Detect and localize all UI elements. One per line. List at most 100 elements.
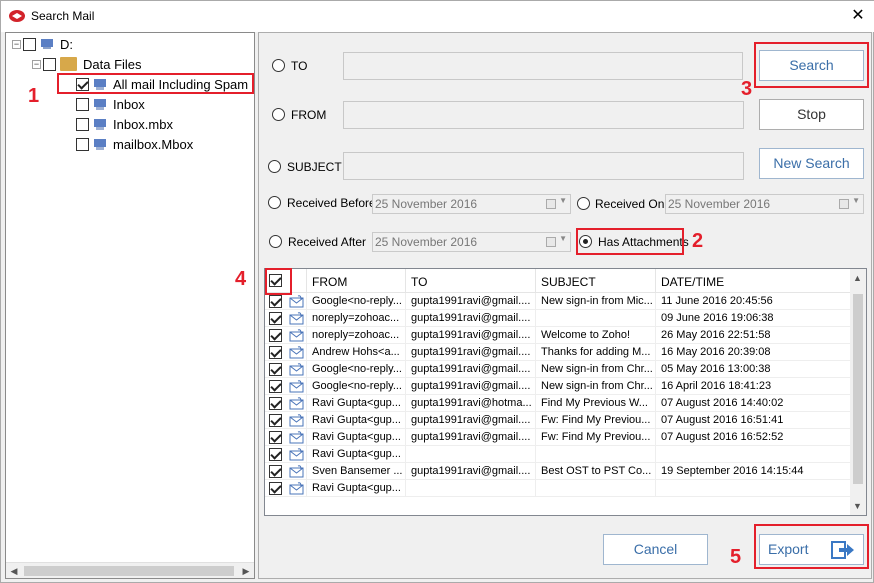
table-row[interactable]: Google<no-reply... gupta1991ravi@gmail...… [265, 378, 850, 395]
subject-cell [536, 480, 656, 497]
tree-node-data-files[interactable]: − Data Files [32, 55, 142, 73]
scroll-right-icon[interactable]: ▶ [241, 566, 251, 577]
received-on-radio[interactable] [577, 197, 590, 210]
from-cell: Ravi Gupta<gup... [307, 446, 406, 463]
table-row[interactable]: Andrew Hohs<a... gupta1991ravi@gmail.... T… [265, 344, 850, 361]
row-checkbox[interactable] [269, 346, 282, 359]
to-radio[interactable] [272, 59, 285, 72]
table-row[interactable]: Google<no-reply... gupta1991ravi@gmail...… [265, 293, 850, 310]
table-row[interactable]: noreply=zohoac... gupta1991ravi@gmail....… [265, 327, 850, 344]
table-vertical-scrollbar[interactable]: ▲ ▼ [850, 269, 866, 515]
table-row[interactable]: Ravi Gupta<gup... [265, 480, 850, 497]
table-body: Google<no-reply... gupta1991ravi@gmail...… [265, 293, 850, 497]
collapse-icon[interactable]: − [32, 59, 41, 69]
chevron-down-icon[interactable]: ▼ [559, 234, 567, 243]
to-cell: gupta1991ravi@gmail.... [406, 361, 536, 378]
inbox-checkbox[interactable] [76, 97, 89, 111]
table-row[interactable]: noreply=zohoac... gupta1991ravi@gmail....… [265, 310, 850, 327]
step-number-5: 5 [730, 546, 742, 568]
column-header-from[interactable]: FROM [307, 269, 406, 293]
subject-cell: New sign-in from Chr... [536, 361, 656, 378]
tree-label: mailbox.Mbox [113, 136, 194, 152]
row-checkbox[interactable] [269, 329, 282, 342]
date-cell: 07 August 2016 16:52:52 [661, 431, 784, 443]
calendar-icon[interactable] [839, 199, 849, 209]
from-input[interactable] [343, 101, 744, 129]
row-checkbox[interactable] [269, 312, 282, 325]
mailbox-mbox-checkbox[interactable] [76, 137, 89, 151]
received-on-date[interactable]: 25 November 2016 ▼ [665, 194, 864, 214]
inbox-mbx-checkbox[interactable] [76, 117, 89, 131]
chevron-down-icon[interactable]: ▼ [852, 196, 860, 205]
step-number-2: 2 [692, 230, 704, 252]
scroll-thumb[interactable] [853, 294, 863, 484]
table-row[interactable]: Ravi Gupta<gup... gupta1991ravi@gmail....… [265, 412, 850, 429]
drive-checkbox[interactable] [23, 37, 36, 51]
folder-checkbox[interactable] [43, 57, 56, 71]
table-row[interactable]: Ravi Gupta<gup... gupta1991ravi@gmail....… [265, 429, 850, 446]
stop-button[interactable]: Stop [759, 99, 864, 130]
table-row[interactable]: Sven Bansemer ... gupta1991ravi@gmail....… [265, 463, 850, 480]
table-row[interactable]: Ravi Gupta<gup... gupta1991ravi@hotma... F… [265, 395, 850, 412]
scroll-thumb[interactable] [24, 566, 234, 576]
tree-label: Inbox [113, 96, 145, 112]
to-cell: gupta1991ravi@gmail.... [406, 293, 536, 310]
received-after-date[interactable]: 25 November 2016 ▼ [372, 232, 571, 252]
column-header-to[interactable]: TO [406, 269, 536, 293]
row-select-cell [265, 344, 307, 361]
calendar-icon[interactable] [546, 199, 556, 209]
email-attachment-icon [289, 329, 304, 342]
row-checkbox[interactable] [269, 465, 282, 478]
row-checkbox[interactable] [269, 363, 282, 376]
close-button[interactable]: ✕ [845, 4, 871, 28]
row-checkbox[interactable] [269, 448, 282, 461]
tree-node-inbox-mbx[interactable]: Inbox.mbx [76, 115, 173, 133]
date-cell: 16 April 2016 18:41:23 [661, 380, 772, 392]
table-row[interactable]: Google<no-reply... gupta1991ravi@gmail...… [265, 361, 850, 378]
column-header-subject[interactable]: SUBJECT [536, 269, 656, 293]
highlight-all-mail [57, 73, 254, 94]
collapse-icon[interactable]: − [12, 39, 21, 49]
row-checkbox[interactable] [269, 431, 282, 444]
subject-radio[interactable] [268, 160, 281, 173]
scroll-down-icon[interactable]: ▼ [853, 501, 862, 511]
row-select-cell [265, 446, 307, 463]
new-search-button[interactable]: New Search [759, 148, 864, 179]
subject-input[interactable] [343, 152, 744, 180]
column-header-date[interactable]: DATE/TIME [656, 269, 850, 293]
to-cell [406, 446, 536, 463]
email-attachment-icon [289, 414, 304, 427]
tree-node-drive[interactable]: − D: [12, 35, 73, 53]
subject-cell: New sign-in from Mic... [536, 293, 656, 310]
row-checkbox[interactable] [269, 380, 282, 393]
table-row[interactable]: Ravi Gupta<gup... [265, 446, 850, 463]
calendar-icon[interactable] [546, 237, 556, 247]
row-checkbox[interactable] [269, 482, 282, 495]
tree-horizontal-scrollbar[interactable]: ◀ ▶ [6, 562, 254, 578]
received-after-radio[interactable] [269, 235, 282, 248]
received-before-date[interactable]: 25 November 2016 ▼ [372, 194, 571, 214]
to-input[interactable] [343, 52, 743, 80]
scroll-left-icon[interactable]: ◀ [9, 566, 19, 577]
row-checkbox[interactable] [269, 397, 282, 410]
from-cell: Andrew Hohs<a... [307, 344, 406, 361]
subject-label: SUBJECT [287, 160, 342, 174]
tree-label-drive: D: [60, 36, 73, 52]
mailbox-icon [94, 139, 106, 150]
date-cell: 19 September 2016 14:15:44 [661, 465, 804, 477]
tree-node-mailbox-mbox[interactable]: mailbox.Mbox [76, 135, 193, 153]
tree-node-inbox[interactable]: Inbox [76, 95, 145, 113]
row-select-cell [265, 378, 307, 395]
row-checkbox[interactable] [269, 295, 282, 308]
received-before-radio[interactable] [268, 196, 281, 209]
scroll-up-icon[interactable]: ▲ [853, 273, 862, 283]
chevron-down-icon[interactable]: ▼ [559, 196, 567, 205]
to-cell: gupta1991ravi@gmail.... [406, 463, 536, 480]
row-checkbox[interactable] [269, 414, 282, 427]
from-radio[interactable] [272, 108, 285, 121]
step-number-3: 3 [741, 78, 753, 100]
from-cell: Google<no-reply... [307, 293, 406, 310]
window-title: Search Mail [31, 9, 95, 23]
cancel-button[interactable]: Cancel [603, 534, 708, 565]
subject-cell [536, 446, 656, 463]
